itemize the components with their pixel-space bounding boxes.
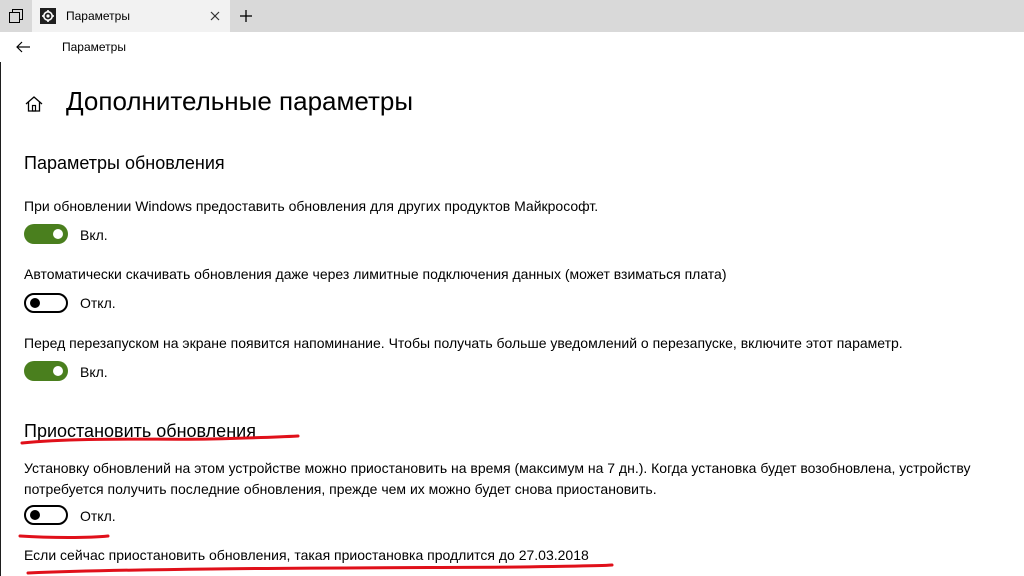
toggle-state-label: Вкл. [80, 227, 108, 243]
tab-title: Параметры [66, 9, 130, 23]
pause-note: Если сейчас приостановить обновления, та… [24, 547, 589, 563]
close-icon[interactable] [208, 9, 222, 23]
toggle-knob [30, 510, 40, 520]
toggle-other-products-updates[interactable] [24, 224, 68, 244]
toggle-knob [53, 229, 63, 239]
gear-icon [40, 8, 56, 24]
section-title-update-options: Параметры обновления [24, 153, 225, 173]
nav-title: Параметры [62, 40, 126, 54]
setting-description: При обновлении Windows предоставить обно… [24, 198, 599, 214]
pause-description-line2: потребуется получить последние обновлени… [24, 481, 657, 497]
toggle-restart-reminder[interactable] [24, 361, 68, 381]
setting-description: Перед перезапуском на экране появится на… [24, 335, 903, 351]
back-arrow-icon[interactable] [14, 39, 32, 55]
toggle-pause-updates[interactable] [24, 505, 68, 525]
setting-description: Автоматически скачивать обновления даже … [24, 266, 727, 282]
pause-description-line1: Установку обновлений на этом устройстве … [24, 460, 971, 476]
toggle-knob [53, 366, 63, 376]
window-border [0, 32, 1, 576]
toggle-knob [30, 298, 40, 308]
tab-settings[interactable]: Параметры [32, 0, 230, 32]
toggle-state-label: Откл. [80, 508, 116, 524]
title-bar: Параметры [0, 0, 1024, 32]
home-icon[interactable] [24, 94, 44, 114]
toggle-state-label: Откл. [80, 295, 116, 311]
plus-icon[interactable] [232, 0, 260, 32]
page-title: Дополнительные параметры [66, 86, 414, 116]
section-title-pause-updates: Приостановить обновления [24, 421, 256, 441]
toggle-state-label: Вкл. [80, 364, 108, 380]
navigation-bar [0, 32, 1024, 62]
task-view-icon[interactable] [0, 0, 32, 32]
toggle-metered-download[interactable] [24, 293, 68, 313]
